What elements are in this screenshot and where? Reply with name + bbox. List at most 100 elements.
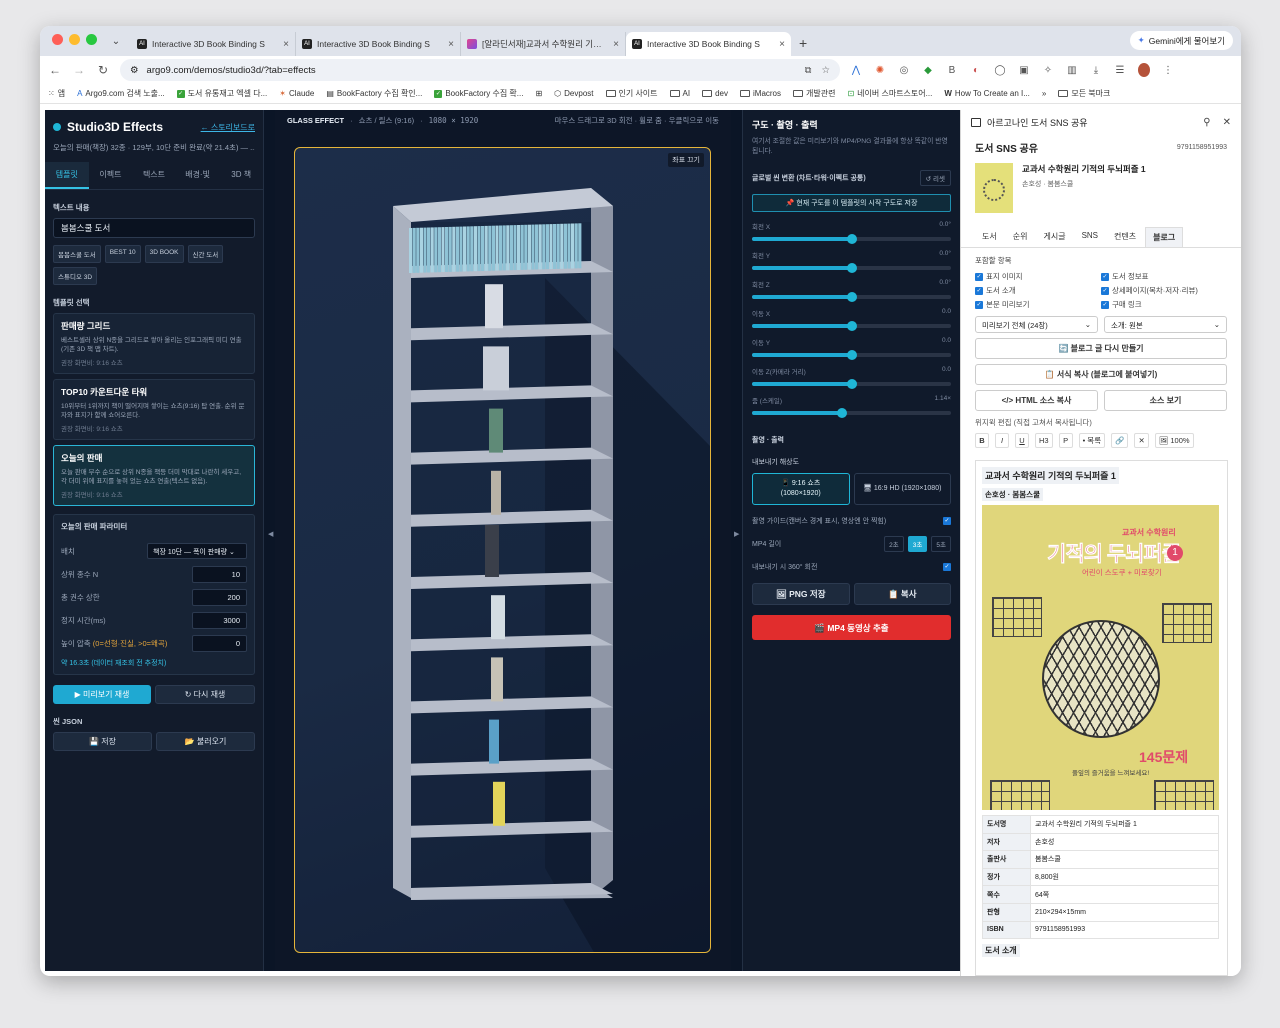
- topn-input[interactable]: 10: [192, 565, 247, 583]
- back-to-storyboard-link[interactable]: ← 스토리보드로: [201, 122, 255, 133]
- tab-text[interactable]: 텍스트: [132, 162, 176, 189]
- collapse-left-icon[interactable]: ◀: [268, 530, 273, 538]
- extension-icon[interactable]: ⋀: [850, 65, 862, 76]
- slider-track[interactable]: [752, 234, 951, 245]
- address-bar[interactable]: ⚙ argo9.com/demos/studio3d/?tab=effects …: [120, 59, 840, 81]
- include-option[interactable]: ✓ 본문 미리보기: [975, 299, 1101, 310]
- site-info-icon[interactable]: ⚙: [130, 65, 139, 76]
- slider-zoom[interactable]: 줌 (스케일) 1.14×: [752, 395, 951, 419]
- browser-tab-active[interactable]: AI Interactive 3D Book Binding S ×: [626, 32, 791, 56]
- bookmark-folder[interactable]: 모든 북마크: [1058, 88, 1110, 99]
- forward-arrow-icon[interactable]: →: [72, 63, 86, 77]
- tab-3d-book[interactable]: 3D 책: [219, 162, 263, 189]
- link-button[interactable]: 🔗: [1111, 433, 1129, 448]
- slider-knob[interactable]: [846, 350, 857, 361]
- mp4-length-3s[interactable]: 3초: [907, 536, 928, 553]
- layout-select[interactable]: 책장 10단 — 폭이 판매량 ⌄: [147, 543, 247, 560]
- profile-avatar[interactable]: [1138, 63, 1150, 77]
- bookmark-folder[interactable]: dev: [702, 89, 728, 98]
- pin-icon[interactable]: ⚲: [1203, 117, 1210, 128]
- slider-rotate-x[interactable]: 회전 X 0.0°: [752, 221, 951, 245]
- template-card-sales-grid[interactable]: 판매량 그리드 베스트셀러 상위 N종을 그리드로 쌓아 올리는 인포그래픽 미…: [53, 313, 255, 374]
- preset-chip[interactable]: BEST 10: [104, 245, 141, 263]
- translate-icon[interactable]: ⧉: [805, 65, 812, 76]
- bookmark-folder[interactable]: AI: [669, 89, 690, 98]
- bookmark-folder[interactable]: iMacros: [740, 89, 781, 98]
- include-option[interactable]: ✓ 도서 정보표: [1101, 271, 1227, 282]
- mp4-length-2s[interactable]: 2초: [884, 536, 904, 553]
- tab-rank[interactable]: 순위: [1006, 227, 1035, 247]
- slider-knob[interactable]: [846, 292, 857, 303]
- png-save-button[interactable]: 🖼 PNG 저장: [752, 583, 850, 606]
- tab-contents[interactable]: 컨텐츠: [1107, 227, 1143, 247]
- bold-button[interactable]: B: [975, 433, 989, 448]
- stop-time-input[interactable]: 3000: [192, 611, 247, 629]
- slider-knob[interactable]: [846, 379, 857, 390]
- slider-knob[interactable]: [846, 234, 857, 245]
- preset-chip[interactable]: 스튜디오 3D: [53, 267, 98, 285]
- list-button[interactable]: • 목록: [1078, 433, 1106, 448]
- tab-posts[interactable]: 게시글: [1036, 227, 1072, 247]
- extension-icon[interactable]: ▣: [1018, 65, 1030, 76]
- bookmark-star-icon[interactable]: ☆: [821, 65, 830, 76]
- 3d-canvas[interactable]: 좌표 끄기: [294, 147, 711, 953]
- collapse-right-icon[interactable]: ▶: [734, 530, 739, 538]
- replay-button[interactable]: ↻ 다시 재생: [155, 684, 255, 704]
- browser-tab[interactable]: AI Interactive 3D Book Binding S ×: [131, 32, 296, 56]
- slider-track[interactable]: [752, 292, 951, 303]
- blog-preview[interactable]: 교과서 수학원리 기적의 두뇌퍼즐 1 손호성 · 봄봄스쿨 교과서 수학원리 …: [975, 460, 1228, 976]
- puzzle-icon[interactable]: ✧: [1042, 65, 1054, 76]
- bookmark-folder[interactable]: 개발관련: [793, 88, 835, 99]
- maximize-window-button[interactable]: [86, 34, 97, 45]
- h3-button[interactable]: H3: [1035, 433, 1053, 448]
- slider-knob[interactable]: [836, 408, 847, 419]
- preset-chip[interactable]: 3D BOOK: [144, 245, 184, 263]
- extension-icon[interactable]: B: [946, 65, 958, 76]
- more-bookmarks-icon[interactable]: »: [1042, 89, 1046, 98]
- image-size-button[interactable]: 🖼 100%: [1154, 433, 1194, 448]
- extension-icon[interactable]: ◆: [922, 65, 934, 76]
- intro-source-select[interactable]: 소개: 원본 ⌄: [1104, 316, 1227, 333]
- extension-icon[interactable]: ◯: [994, 65, 1006, 76]
- tab-background-light[interactable]: 배경·빛: [176, 162, 220, 189]
- underline-button[interactable]: U: [1015, 433, 1029, 448]
- preview-count-select[interactable]: 미리보기 전체 (24장) ⌄: [975, 316, 1098, 333]
- download-icon[interactable]: ⤓: [1090, 65, 1102, 76]
- include-option[interactable]: ✓ 도서 소개: [975, 285, 1101, 296]
- slider-track[interactable]: [752, 379, 951, 390]
- tab-book[interactable]: 도서: [975, 227, 1004, 247]
- bookmark-item[interactable]: ⊞: [535, 89, 542, 98]
- bookmark-item[interactable]: ⊡ 네이버 스마트스토어...: [847, 88, 932, 99]
- clear-format-button[interactable]: ✕: [1134, 433, 1149, 448]
- tab-blog[interactable]: 블로그: [1145, 227, 1184, 247]
- slider-rotate-y[interactable]: 회전 Y 0.0°: [752, 250, 951, 274]
- copy-button[interactable]: 📋 복사: [853, 583, 951, 606]
- template-card-todays-sales[interactable]: 오늘의 판매 오늘 판매 부수 순으로 상위 N종을 책등 더미 막대로 나란히…: [53, 444, 255, 506]
- tab-effects[interactable]: 이펙트: [89, 162, 133, 189]
- slider-track[interactable]: [752, 350, 951, 361]
- slider-rotate-z[interactable]: 회전 Z 0.0°: [752, 279, 951, 303]
- preset-chip[interactable]: 신간 도서: [187, 245, 224, 263]
- checkbox[interactable]: ✓: [1101, 272, 1109, 281]
- slider-move-z[interactable]: 이동 Z(카메라 거리) 0.0: [752, 366, 951, 390]
- close-tab-icon[interactable]: ×: [779, 39, 785, 50]
- include-option[interactable]: ✓ 구매 링크: [1101, 299, 1227, 310]
- json-load-button[interactable]: 📂 불러오기: [156, 731, 255, 751]
- slider-knob[interactable]: [846, 321, 857, 332]
- paragraph-button[interactable]: P: [1058, 433, 1073, 448]
- close-tab-icon[interactable]: ×: [448, 39, 454, 50]
- tab-templates[interactable]: 템플릿: [45, 162, 89, 189]
- height-compress-input[interactable]: 0: [192, 634, 247, 652]
- slider-track[interactable]: [752, 321, 951, 332]
- extension-icon[interactable]: ☰: [1114, 65, 1126, 76]
- browser-tab[interactable]: AI Interactive 3D Book Binding S ×: [296, 32, 461, 56]
- mp4-length-5s[interactable]: 5초: [931, 536, 951, 553]
- slider-track[interactable]: [752, 263, 951, 274]
- slider-move-y[interactable]: 이동 Y 0.0: [752, 337, 951, 361]
- reset-button[interactable]: ↺ 리셋: [919, 170, 951, 187]
- bookmark-item[interactable]: ✓ BookFactory 수집 확...: [434, 88, 523, 99]
- coordinates-toggle-button[interactable]: 좌표 끄기: [668, 153, 704, 167]
- sidepanel-icon[interactable]: ▥: [1066, 65, 1078, 76]
- bookmark-item[interactable]: ✓ 도서 유통재고 엑셀 다...: [176, 88, 267, 99]
- extension-icon[interactable]: ◐: [970, 65, 982, 76]
